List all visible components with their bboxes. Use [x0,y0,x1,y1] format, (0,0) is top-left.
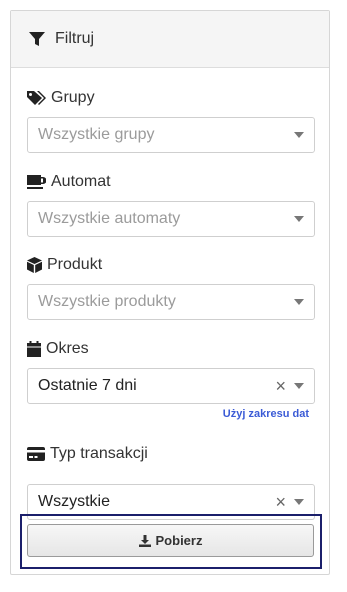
chevron-down-icon [294,383,304,389]
product-placeholder: Wszystkie produkty [38,293,176,310]
calendar-icon [27,341,41,357]
box-icon [27,257,42,273]
groups-placeholder: Wszystkie grupy [38,126,155,143]
transaction-type-value: Wszystkie [38,493,110,510]
product-select[interactable]: Wszystkie produkty [27,284,315,320]
period-label: Okres [46,340,89,357]
credit-card-icon [27,447,45,461]
panel-header: Filtruj [11,11,329,68]
period-value: Ostatnie 7 dni [38,377,137,394]
groups-select[interactable]: Wszystkie grupy [27,117,315,153]
product-filter: Produkt Wszystkie produkty [27,254,315,320]
chevron-down-icon [294,216,304,222]
coffee-icon [27,174,46,190]
period-select[interactable]: Ostatnie 7 dni × [27,368,315,404]
clear-icon[interactable]: × [275,493,286,511]
chevron-down-icon [294,299,304,305]
panel-title: Filtruj [55,30,95,47]
machine-label: Automat [51,173,111,190]
tags-icon [27,90,46,106]
clear-icon[interactable]: × [275,377,286,395]
transaction-type-label: Typ transakcji [50,445,148,462]
groups-label: Grupy [51,89,95,106]
download-icon [138,534,151,547]
chevron-down-icon [294,499,304,505]
filter-panel: Filtruj Grupy Wszystkie grupy Automat Ws… [10,10,330,575]
filter-icon [29,31,45,47]
chevron-down-icon [294,132,304,138]
machine-select[interactable]: Wszystkie automaty [27,201,315,237]
groups-filter: Grupy Wszystkie grupy [27,87,315,153]
download-label: Pobierz [155,533,203,548]
machine-placeholder: Wszystkie automaty [38,210,181,227]
machine-filter: Automat Wszystkie automaty [27,171,315,237]
product-label: Produkt [47,256,103,273]
period-filter: Okres Ostatnie 7 dni × Użyj zakresu dat [27,338,315,420]
date-range-link[interactable]: Użyj zakresu dat [223,408,309,420]
transaction-type-filter: Typ transakcji Wszystkie × [27,443,315,520]
download-button[interactable]: Pobierz [27,524,314,557]
